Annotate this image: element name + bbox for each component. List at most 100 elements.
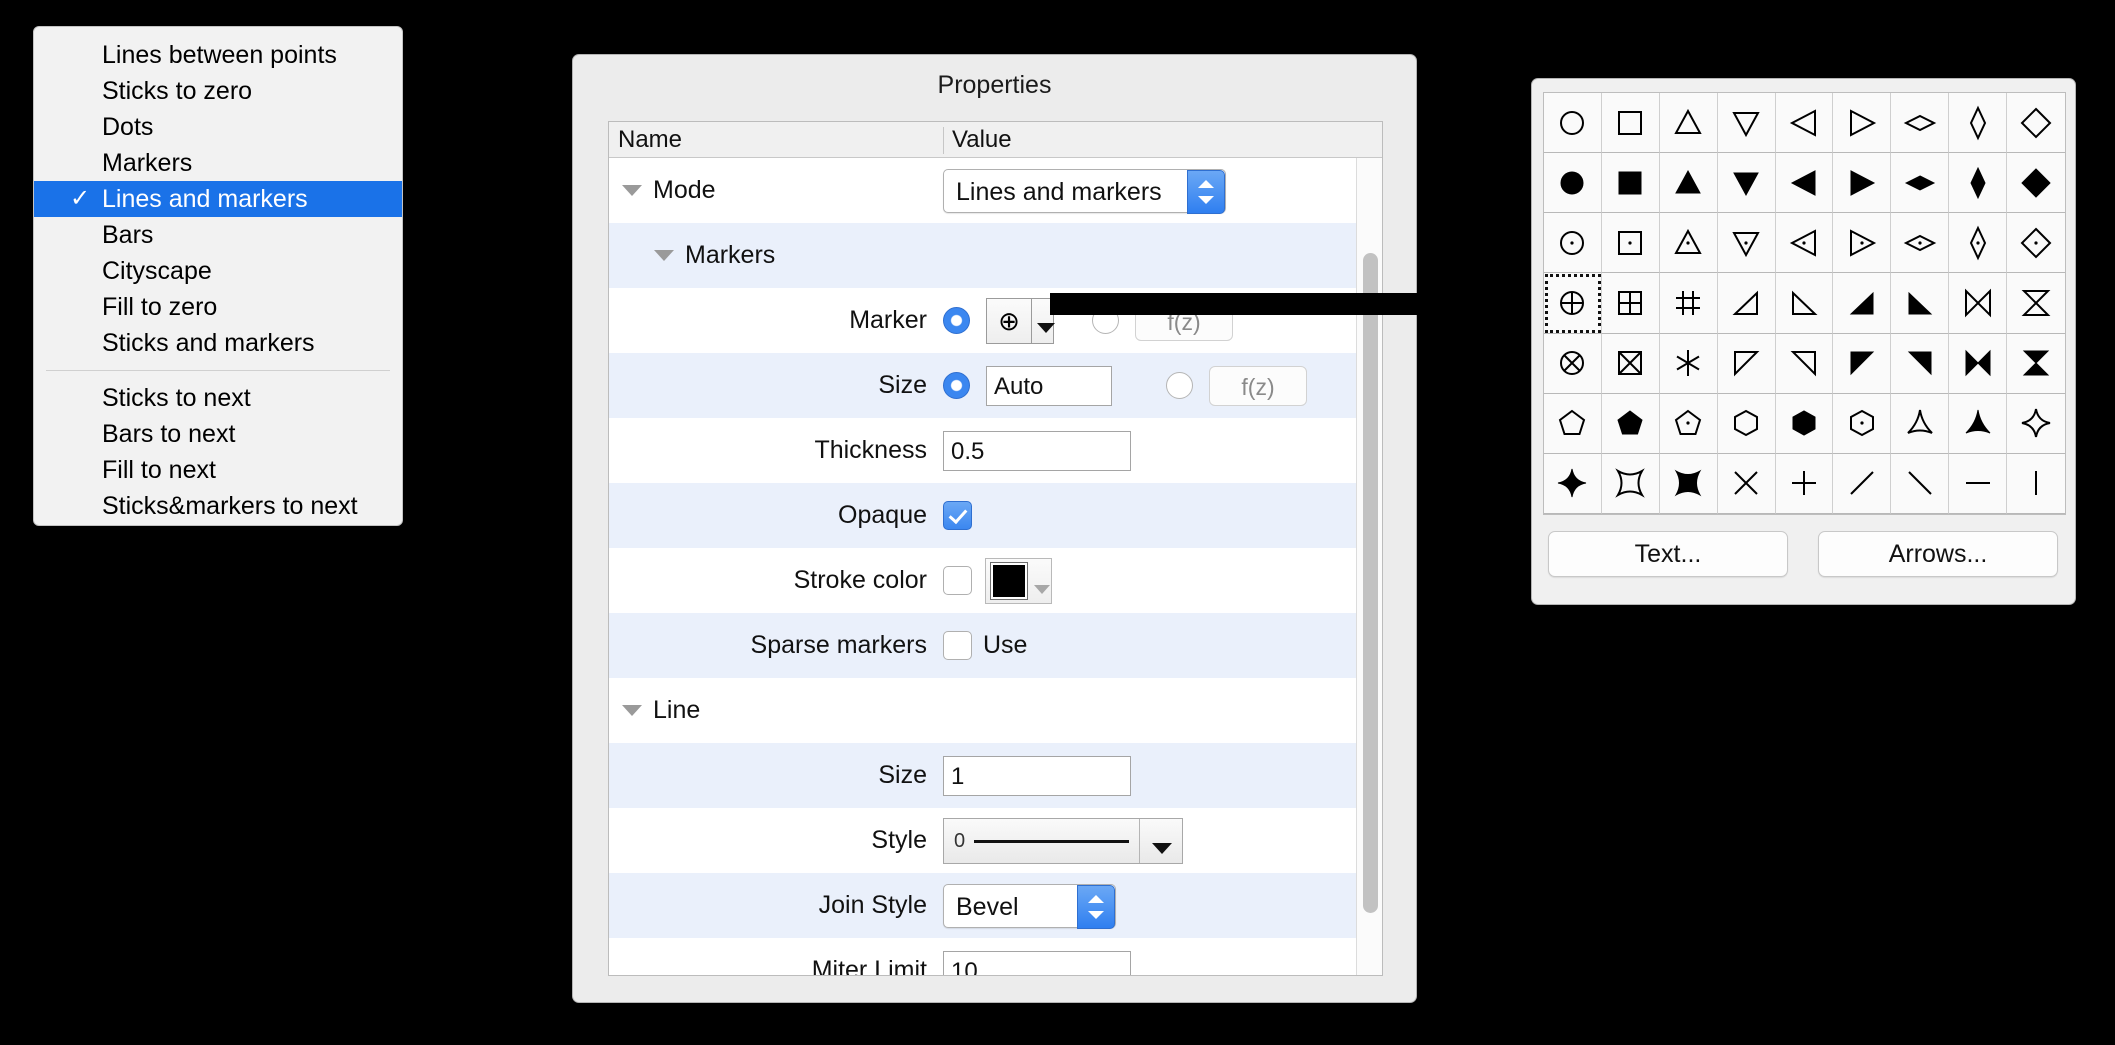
marker-cell-triangle-up-filled[interactable] [1659,153,1718,214]
mode-dropdown-menu[interactable]: Lines between points Sticks to zero Dots Ma… [33,26,403,526]
marker-cell-square-dot[interactable] [1601,213,1660,274]
miter-limit-input[interactable]: 10 [943,950,1131,975]
menu-item-markers[interactable]: Markers [34,145,402,181]
marker-cell-bowtie-h-outline[interactable] [1949,273,2008,334]
marker-cell-triangle-right-filled[interactable] [1833,153,1892,214]
marker-cell-diamond-outline[interactable] [2007,93,2065,154]
marker-cell-diamond-wide-dot[interactable] [1891,213,1950,274]
table-row-marker-size[interactable]: Size Auto f(z) [609,353,1382,418]
scrollbar-thumb[interactable] [1363,253,1378,913]
menu-item-lines-between-points[interactable]: Lines between points [34,37,402,73]
marker-cell-hexagon-dot[interactable] [1833,393,1892,454]
table-row-markers-group[interactable]: Markers [609,223,1382,288]
marker-cell-pentagon-outline[interactable] [1544,393,1602,454]
line-style-combo[interactable]: 0 [943,817,1183,864]
marker-cell-bowtie-v-filled[interactable] [2007,334,2065,394]
marker-radio-literal[interactable] [943,307,970,334]
size-input[interactable]: Auto [986,365,1112,406]
marker-cell-asterisk[interactable] [1659,333,1718,394]
marker-cell-pentagon-filled[interactable] [1601,393,1660,454]
marker-cell-tristar-filled[interactable] [1949,393,2008,454]
size-radio-literal[interactable] [943,372,970,399]
marker-cell-square-outline[interactable] [1601,93,1660,154]
text-button[interactable]: Text... [1548,531,1788,577]
marker-cell-right-triangle-ul-filled[interactable] [1833,273,1892,334]
chevron-down-icon[interactable] [1037,322,1055,333]
marker-cell-triangle-down-dot[interactable] [1717,213,1776,274]
marker-cell-triangle-down-outline[interactable] [1717,93,1776,154]
marker-cell-triangle-right-dot[interactable] [1833,213,1892,274]
marker-cell-circle-filled[interactable] [1544,153,1602,214]
marker-cell-pipe[interactable] [2007,454,2065,514]
table-row-line-group[interactable]: Line [609,678,1382,743]
mode-popup-button[interactable]: Lines and markers [943,168,1226,214]
menu-item-lines-and-markers[interactable]: ✓ Lines and markers [34,181,402,217]
line-size-input[interactable]: 1 [943,755,1131,796]
marker-cell-four-star-filled[interactable] [1544,453,1602,514]
marker-cell-triangle-left-filled[interactable] [1775,153,1834,214]
marker-cell-hexagon-filled[interactable] [1775,393,1834,454]
marker-cell-triangle-left-outline[interactable] [1775,93,1834,154]
marker-cell-concave-square-filled[interactable] [1659,453,1718,514]
marker-cell-right-triangle-ll-filled[interactable] [1833,333,1892,394]
disclosure-triangle-icon[interactable] [622,185,642,196]
menu-item-sticks-to-next[interactable]: Sticks to next [34,380,402,416]
menu-item-sticks-to-zero[interactable]: Sticks to zero [34,73,402,109]
marker-cell-diamond-wide-filled[interactable] [1891,153,1950,214]
table-row-join-style[interactable]: Join Style Bevel [609,873,1382,938]
disclosure-triangle-icon[interactable] [654,250,674,261]
marker-cell-right-triangle-lr-filled[interactable] [1891,333,1950,394]
marker-cell-triangle-down-filled[interactable] [1717,153,1776,214]
marker-cell-backslash[interactable] [1891,453,1950,514]
marker-cell-diamond-dot[interactable] [2007,213,2065,274]
vertical-scrollbar[interactable] [1356,158,1382,975]
table-row-sparse-markers[interactable]: Sparse markers Use [609,613,1382,678]
marker-cell-diamond-tall-filled[interactable] [1949,153,2008,214]
marker-cell-pentagon-dot[interactable] [1659,393,1718,454]
marker-cell-circle-plus[interactable] [1544,273,1602,334]
marker-cell-triangle-left-dot[interactable] [1775,213,1834,274]
stroke-color-checkbox[interactable] [943,566,972,595]
marker-cell-diamond-wide-outline[interactable] [1891,93,1950,154]
menu-item-sticks-and-markers[interactable]: Sticks and markers [34,325,402,361]
marker-cell-diamond-tall-dot[interactable] [1949,213,2008,274]
table-row-thickness[interactable]: Thickness 0.5 [609,418,1382,483]
arrows-button[interactable]: Arrows... [1818,531,2058,577]
marker-cell-cross-x[interactable] [1717,453,1776,514]
marker-cell-diamond-tall-outline[interactable] [1949,93,2008,154]
marker-cell-square-cross[interactable] [1601,333,1660,394]
marker-cell-circle-cross[interactable] [1544,333,1602,394]
marker-cell-square-filled[interactable] [1601,153,1660,214]
table-row-opaque[interactable]: Opaque [609,483,1382,548]
chevron-down-icon[interactable] [1152,842,1172,854]
menu-item-dots[interactable]: Dots [34,109,402,145]
marker-cell-right-triangle-ur-outline[interactable] [1775,273,1834,334]
chevron-updown-icon[interactable] [1187,169,1225,214]
join-style-popup[interactable]: Bevel [943,883,1116,929]
marker-cell-concave-square-outline[interactable] [1601,453,1660,514]
marker-cell-hash[interactable] [1659,273,1718,334]
menu-item-bars-to-next[interactable]: Bars to next [34,416,402,452]
table-row-stroke-color[interactable]: Stroke color [609,548,1382,613]
thickness-input[interactable]: 0.5 [943,430,1131,471]
marker-picker-button[interactable]: ⊕ [986,297,1055,344]
menu-item-cityscape[interactable]: Cityscape [34,253,402,289]
marker-cell-dash[interactable] [1949,453,2008,514]
table-row-line-size[interactable]: Size 1 [609,743,1382,808]
chevron-updown-icon[interactable] [1077,884,1115,929]
marker-cell-plus[interactable] [1775,453,1834,514]
menu-item-sticks-markers-to-next[interactable]: Sticks&markers to next [34,488,402,524]
marker-cell-triangle-right-outline[interactable] [1833,93,1892,154]
marker-cell-bowtie-v-outline[interactable] [2007,273,2065,334]
marker-cell-bowtie-h-filled[interactable] [1949,333,2008,394]
marker-cell-triangle-up-outline[interactable] [1659,93,1718,154]
marker-cell-hexagon-outline[interactable] [1717,393,1776,454]
table-row-miter-limit[interactable]: Miter Limit 10 [609,938,1382,975]
marker-cell-four-star-outline[interactable] [2007,394,2065,454]
marker-cell-right-triangle-ul-outline[interactable] [1717,273,1776,334]
marker-cell-right-triangle-ur-filled[interactable] [1891,273,1950,334]
marker-cell-circle-dot[interactable] [1544,213,1602,274]
size-fz-button[interactable]: f(z) [1209,365,1307,406]
marker-cell-right-triangle-ll-outline[interactable] [1717,333,1776,394]
size-radio-function[interactable] [1166,372,1193,399]
